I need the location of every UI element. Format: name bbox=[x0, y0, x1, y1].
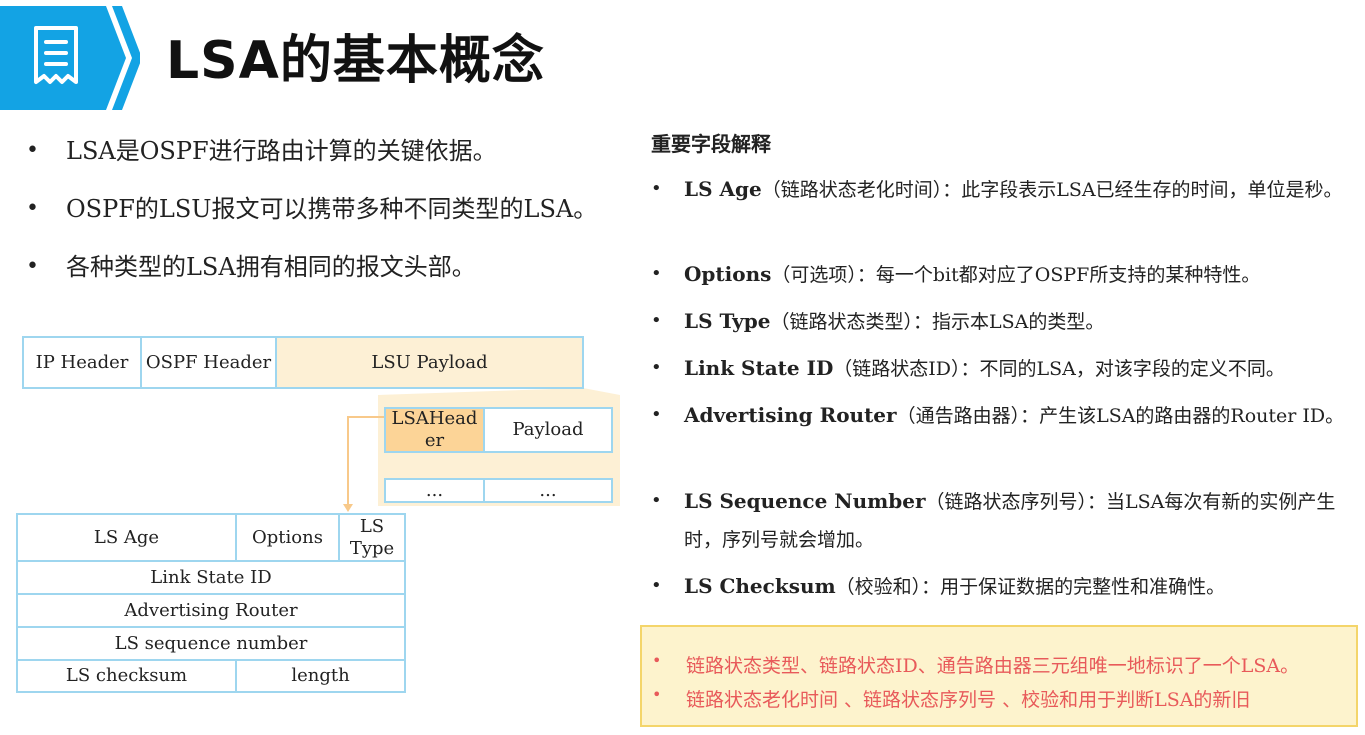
ip-header-cell: IP Header bbox=[22, 336, 142, 389]
options-field: Options bbox=[252, 526, 323, 548]
ellipsis-cell: ... bbox=[384, 478, 485, 503]
bullet-dot-icon: • bbox=[651, 575, 662, 596]
lsa-header-cell: LSAHeader bbox=[384, 407, 485, 453]
title-banner bbox=[0, 6, 140, 110]
length-field: length bbox=[291, 665, 350, 686]
bullet-dot-icon: • bbox=[651, 263, 662, 284]
explain-item: • Advertising Router（通告路由器）：产生该LSA的路由器的Ro… bbox=[651, 396, 1356, 435]
left-bullet: • OSPF的LSU报文可以携带多种不同类型的LSA。 bbox=[26, 186, 666, 244]
left-bullet-list: • LSA是OSPF进行路由计算的关键依据。 • OSPF的LSU报文可以携带多种不… bbox=[26, 128, 666, 302]
ls-age-field: LS Age bbox=[93, 526, 160, 548]
highlight-note: • 链路状态类型、链路状态ID、通告路由器三元组唯一地标识了一个LSA。 • 链路状… bbox=[640, 625, 1358, 727]
bullet-dot-icon: • bbox=[26, 138, 39, 163]
bullet-dot-icon: • bbox=[652, 685, 662, 704]
note-line: • 链路状态老化时间 、链路状态序列号 、校验和用于判断LSA的新旧 bbox=[652, 685, 1251, 711]
note-line: • 链路状态类型、链路状态ID、通告路由器三元组唯一地标识了一个LSA。 bbox=[652, 651, 1300, 677]
ls-checksum-field: LS checksum bbox=[65, 665, 188, 686]
bullet-dot-icon: • bbox=[652, 651, 662, 670]
ls-type-field: LS Type bbox=[349, 515, 395, 559]
left-bullet: • LSA是OSPF进行路由计算的关键依据。 bbox=[26, 128, 666, 186]
lsu-payload-cell: LSU Payload bbox=[275, 336, 584, 389]
payload-cell: Payload bbox=[483, 407, 613, 453]
explain-item: • LS Type（链路状态类型）：指示本LSA的类型。 bbox=[651, 302, 1356, 341]
advertising-router-field: Advertising Router bbox=[124, 599, 298, 621]
page-title: LSA的基本概念 bbox=[166, 31, 545, 91]
explain-item: • LS Age（链路状态老化时间）：此字段表示LSA已经生存的时间，单位是秒。 bbox=[651, 170, 1356, 209]
ospf-header-cell: OSPF Header bbox=[140, 336, 277, 389]
link-state-id-field: Link State ID bbox=[150, 566, 272, 588]
explain-item: • LS Sequence Number（链路状态序列号）：当LSA每次有新的实例… bbox=[651, 482, 1356, 559]
bullet-dot-icon: • bbox=[651, 490, 662, 511]
bullet-dot-icon: • bbox=[651, 404, 662, 425]
explain-item: • LS Checksum（校验和）：用于保证数据的完整性和准确性。 bbox=[651, 567, 1356, 606]
bullet-dot-icon: • bbox=[651, 310, 662, 331]
ls-sequence-number-field: LS sequence number bbox=[114, 632, 308, 654]
lsa-header-table: LS Age Options LS Type Link State ID Adv… bbox=[16, 513, 406, 693]
bullet-dot-icon: • bbox=[26, 254, 39, 279]
explain-item: • Options（可选项）：每一个bit都对应了OSPF所支持的某种特性。 bbox=[651, 255, 1356, 294]
bullet-dot-icon: • bbox=[26, 196, 39, 221]
bullet-dot-icon: • bbox=[651, 178, 662, 199]
explain-item: • Link State ID（链路状态ID）：不同的LSA，对该字段的定义不同。 bbox=[651, 349, 1356, 388]
ellipsis-cell: ... bbox=[483, 478, 613, 503]
bullet-dot-icon: • bbox=[651, 357, 662, 378]
left-bullet: • 各种类型的LSA拥有相同的报文头部。 bbox=[26, 244, 666, 302]
field-explain-heading: 重要字段解释 bbox=[651, 132, 771, 156]
